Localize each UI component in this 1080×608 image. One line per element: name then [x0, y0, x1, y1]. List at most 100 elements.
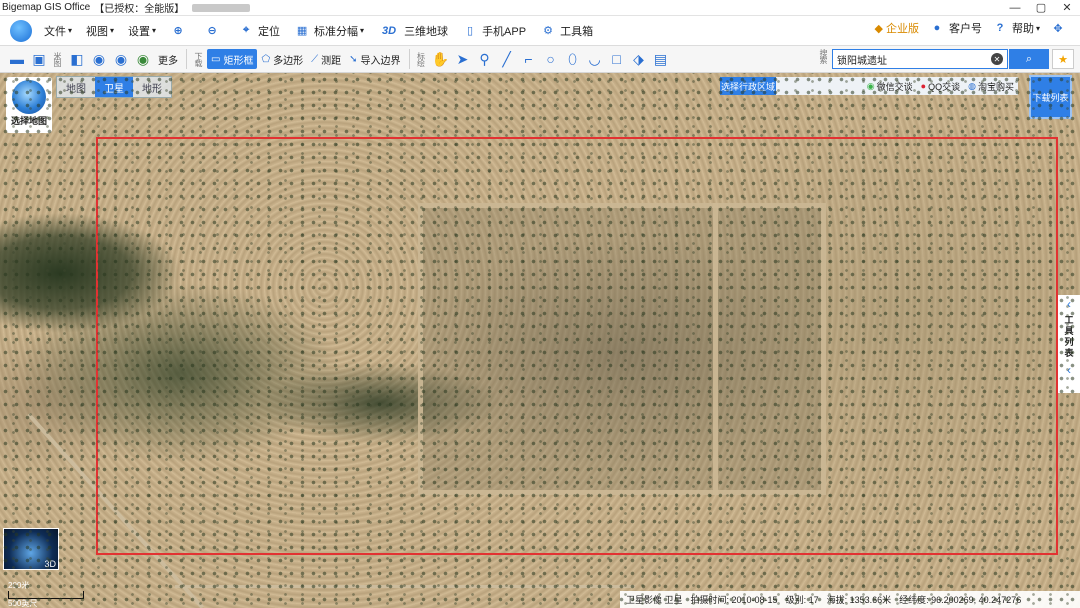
- menu-file[interactable]: 文件 ▾: [44, 23, 72, 39]
- earth-icon: ◉: [136, 50, 150, 67]
- toolbar: ▬ ▣ 米图 ◧ ◉ ◉ ◉ 更多 下载 ▭ 矩形框 ⬠ 多边形 ⟋ 测距 ➘ 导入边界…: [0, 46, 1080, 73]
- rect-select-button[interactable]: ▭ 矩形框: [207, 49, 258, 69]
- search-button[interactable]: ⌕: [1009, 49, 1049, 69]
- map-source-1[interactable]: ◧: [66, 48, 88, 70]
- 3d-globe-button[interactable]: 3D 三维地球: [378, 23, 448, 39]
- map-source-3[interactable]: ◉: [110, 48, 132, 70]
- maximize-button[interactable]: ▢: [1028, 0, 1054, 15]
- download-group-label: 下载: [194, 52, 203, 66]
- enterprise-button[interactable]: ◆ 企业版: [875, 20, 919, 36]
- polyline-tool[interactable]: ⌐: [518, 48, 540, 70]
- minimap-3d[interactable]: 3D: [3, 528, 59, 570]
- import-boundary-button[interactable]: ➘ 导入边界: [345, 49, 404, 69]
- plot-group-label: 标绘: [416, 52, 426, 66]
- zoom-level: 级别: 17: [785, 595, 819, 605]
- tab-terrain[interactable]: 地形: [133, 77, 171, 97]
- marker-icon: ⚲: [479, 50, 490, 67]
- taobao-button[interactable]: ◍ 淘宝购买: [968, 80, 1014, 93]
- save-button[interactable]: ▣: [28, 48, 50, 70]
- qq-icon: ●: [920, 81, 927, 91]
- menu-view[interactable]: 视图 ▾: [86, 23, 114, 39]
- zoom-in-button[interactable]: ⊕: [170, 23, 190, 39]
- circle-tool[interactable]: ○: [540, 48, 562, 70]
- tag-icon: ⬗: [633, 50, 644, 67]
- marker-tool[interactable]: ⚲: [474, 48, 496, 70]
- tool-list-panel-toggle[interactable]: ‹ 工具列表 ‹: [1058, 295, 1080, 393]
- diamond-icon: ◆: [874, 22, 883, 35]
- help-button[interactable]: ? 帮助 ▾: [992, 20, 1040, 36]
- map-type-switch: 地图 卫星 地形: [56, 76, 172, 98]
- shot-time: 拍摄时间: 2010-08-15: [690, 595, 778, 605]
- settings-target-button[interactable]: ✥: [1050, 20, 1070, 36]
- toolbox-button[interactable]: ⚙ 工具箱: [540, 23, 593, 39]
- menu-settings[interactable]: 设置 ▾: [128, 23, 156, 39]
- globe-icon: ◉: [92, 50, 106, 67]
- app-title: Bigemap GIS Office: [2, 2, 91, 13]
- ruins-outline: [418, 203, 826, 495]
- ruler-icon: ⟋: [311, 53, 319, 65]
- search-group-label: 搜索: [819, 49, 828, 63]
- chevron-left-icon: ‹: [1067, 363, 1071, 377]
- pointer-tool[interactable]: ➤: [452, 48, 474, 70]
- clear-search-icon[interactable]: ✕: [991, 53, 1003, 65]
- minimize-button[interactable]: —: [1002, 0, 1028, 15]
- locate-icon: ⌖: [242, 24, 250, 36]
- map-canvas[interactable]: 选择地图 地图 卫星 地形 选择行政区域 ◉ 微信交谈 ● QQ交谈 ◍ 淘宝购买 下…: [0, 73, 1080, 608]
- pan-tool[interactable]: ✋: [430, 48, 452, 70]
- chevron-left-icon: ‹: [1067, 297, 1071, 311]
- measure-button[interactable]: ⟋ 测距: [307, 49, 345, 69]
- more-button[interactable]: 更多: [154, 49, 182, 69]
- folder-icon: ▬: [10, 51, 24, 67]
- download-list-button[interactable]: 下载列表: [1029, 75, 1072, 119]
- imagery-source: 卫星影像 卫星: [626, 595, 683, 605]
- map-source-4[interactable]: ◉: [132, 48, 154, 70]
- star-icon: ★: [1058, 53, 1068, 66]
- select-map-button[interactable]: 选择地图: [6, 77, 52, 133]
- rectangle-tool[interactable]: □: [606, 48, 628, 70]
- 3d-icon: 3D: [382, 24, 397, 37]
- license-text: 【已授权：全能版】: [94, 4, 185, 15]
- standard-grid-button[interactable]: ▦ 标准分幅 ▾: [294, 23, 364, 39]
- mobile-app-button[interactable]: ▯ 手机APP: [462, 23, 526, 39]
- image-icon: ▤: [653, 50, 668, 67]
- selection-rectangle[interactable]: [96, 137, 1058, 555]
- status-bar: 卫星影像 卫星 拍摄时间: 2010-08-15 级别: 17 海拔: 1353…: [620, 591, 1080, 608]
- blurred-user: [192, 3, 251, 12]
- pointer-icon: ➤: [456, 50, 469, 67]
- qq-button[interactable]: ● QQ交谈: [921, 80, 960, 93]
- wechat-button[interactable]: ◉ 微信交谈: [867, 80, 913, 93]
- ellipse-tool[interactable]: ⬯: [562, 48, 584, 70]
- ellipse-icon: ⬯: [568, 50, 577, 67]
- select-region-button[interactable]: 选择行政区域: [720, 77, 776, 95]
- customer-button[interactable]: ● 客户号: [929, 20, 982, 36]
- arc-icon: ◡: [588, 50, 601, 67]
- tag-tool[interactable]: ⬗: [628, 48, 650, 70]
- crosshair-icon: ✥: [1053, 22, 1063, 35]
- road: [27, 413, 204, 608]
- favorite-button[interactable]: ★: [1052, 49, 1074, 69]
- globe-icon: [12, 80, 46, 114]
- locate-button[interactable]: ⌖ 定位: [238, 23, 280, 39]
- arc-tool[interactable]: ◡: [584, 48, 606, 70]
- polygon-icon: ⬠: [261, 53, 271, 65]
- app-logo-icon: [10, 19, 32, 42]
- search-input[interactable]: 锁阳城遗址 ✕: [832, 49, 1008, 69]
- hand-icon: ✋: [431, 50, 450, 67]
- tab-satellite[interactable]: 卫星: [95, 77, 133, 97]
- line-tool[interactable]: ╱: [496, 48, 518, 70]
- polygon-button[interactable]: ⬠ 多边形: [257, 49, 307, 69]
- grid-icon: ▦: [296, 25, 308, 37]
- polyline-icon: ⌐: [524, 51, 533, 67]
- image-tool[interactable]: ▤: [650, 48, 672, 70]
- close-button[interactable]: ✕: [1054, 0, 1080, 15]
- line-icon: ╱: [502, 50, 511, 67]
- open-folder-button[interactable]: ▬: [6, 48, 28, 70]
- taobao-icon: ◍: [968, 80, 976, 91]
- user-icon: ●: [933, 22, 941, 34]
- map-group-label: 米图: [53, 52, 62, 66]
- map-source-2[interactable]: ◉: [88, 48, 110, 70]
- map-source-icon: ◧: [70, 50, 84, 67]
- zoom-out-button[interactable]: ⊖: [204, 23, 224, 39]
- tab-map[interactable]: 地图: [57, 77, 95, 97]
- globe-icon: ◉: [114, 50, 128, 67]
